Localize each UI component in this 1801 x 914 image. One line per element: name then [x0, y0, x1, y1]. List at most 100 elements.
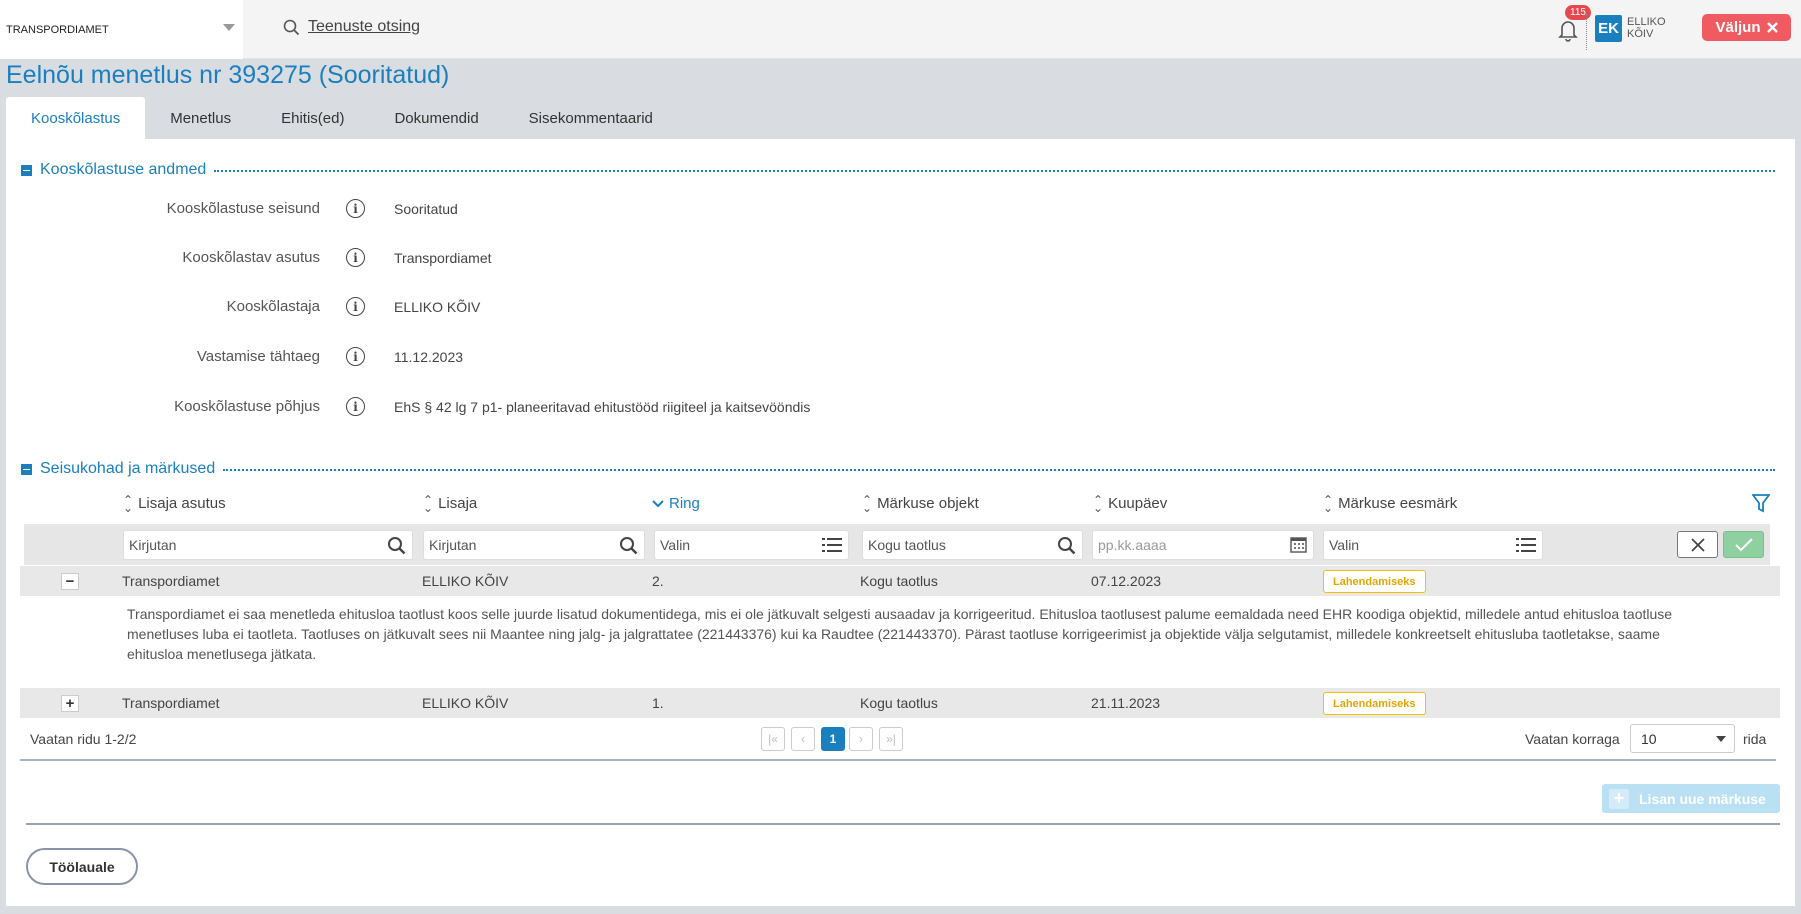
clear-filter-button[interactable] [1677, 531, 1718, 558]
info-icon[interactable]: i [346, 347, 365, 366]
prev-page-button[interactable]: ‹ [791, 727, 815, 751]
divider [1586, 14, 1587, 50]
chevron-down-icon [652, 499, 664, 507]
filter-eesmark-select[interactable]: Valin [1323, 530, 1543, 560]
logout-button[interactable]: Väljun [1702, 14, 1791, 41]
tab-ehitised[interactable]: Ehitis(ed) [256, 97, 369, 139]
tab-dokumendid[interactable]: Dokumendid [369, 97, 503, 139]
column-header-lisaja[interactable]: ⌃ ⌄ Lisaja [423, 492, 478, 515]
service-search-link[interactable]: Teenuste otsing [283, 18, 420, 36]
search-icon [388, 537, 406, 555]
user-last-name: KÕIV [1627, 28, 1654, 40]
sort-icon: ⌃ ⌄ [862, 492, 873, 515]
column-label: Ring [669, 495, 700, 512]
cell-objekt: Kogu taotlus [860, 695, 938, 711]
column-header-ring[interactable]: Ring [652, 495, 700, 512]
column-label: Lisaja [438, 495, 478, 512]
info-icon[interactable]: i [346, 297, 365, 316]
field-label: Vastamise tähtaeg [196, 348, 320, 365]
avatar[interactable]: EK [1595, 15, 1622, 42]
filter-objekt-input[interactable]: Kogu taotlus [862, 530, 1083, 560]
close-icon [1690, 537, 1705, 552]
column-header-kuupaev[interactable]: ⌃ ⌄ Kuupäev [1093, 494, 1167, 514]
next-page-button[interactable]: › [849, 727, 873, 751]
cell-ring: 1. [652, 695, 664, 711]
filter-value: Valin [660, 537, 691, 553]
field-label: Kooskõlastaja [226, 298, 320, 315]
column-label: Märkuse objekt [877, 495, 979, 512]
filter-asutus-input[interactable]: Kirjutan [123, 530, 413, 560]
field-value: Transpordiamet [394, 250, 492, 266]
row-comment: Transpordiamet ei saa menetleda ehituslo… [127, 606, 1673, 662]
page-button-current[interactable]: 1 [821, 727, 845, 751]
info-icon[interactable]: i [346, 397, 365, 416]
field-value: EhS § 42 lg 7 p1- planeeritavad ehitustö… [394, 399, 811, 415]
info-icon[interactable]: i [346, 248, 365, 267]
column-label: Märkuse eesmärk [1338, 495, 1458, 512]
list-icon [1516, 538, 1536, 552]
table-header: ⌃ ⌄ Lisaja asutus ⌃ ⌄ Lisaja Ring ⌃ ⌄ Märku… [20, 491, 1776, 517]
page-title: Eelnõu menetlus nr 393275 (Sooritatud) [6, 61, 450, 89]
section-title: Seisukohad ja märkused [40, 460, 216, 477]
column-header-markuse-objekt[interactable]: ⌃ ⌄ Märkuse objekt [862, 492, 979, 515]
apply-filter-button[interactable] [1723, 531, 1764, 558]
tab-menetlus[interactable]: Menetlus [145, 97, 256, 139]
filter-value: Valin [1329, 537, 1360, 553]
column-header-lisaja-asutus[interactable]: ⌃ ⌄ Lisaja asutus [123, 492, 226, 515]
filter-kuupaev-input[interactable]: pp.kk.aaaa [1092, 530, 1314, 560]
cell-ring: 2. [652, 573, 664, 589]
collapse-icon[interactable] [21, 164, 32, 176]
add-remark-button[interactable]: + Lisan uue märkuse [1602, 784, 1780, 813]
per-page-label: Vaatan korraga [1525, 731, 1620, 747]
field-label: Kooskõlastav asutus [182, 249, 320, 266]
user-name: ELLIKO KÕIV [1627, 16, 1666, 40]
section-seisukohad: Seisukohad ja märkused [21, 460, 1775, 478]
cell-asutus: Transpordiamet [122, 695, 220, 711]
status-badge: Lahendamiseks [1323, 692, 1426, 715]
pagination-bar: Vaatan ridu 1-2/2 |« ‹ 1 › »| Vaatan kor… [20, 723, 1776, 761]
column-header-markuse-eesmark[interactable]: ⌃ ⌄ Märkuse eesmärk [1323, 492, 1458, 515]
per-page-suffix: rida [1743, 731, 1767, 747]
sort-icon: ⌃ ⌄ [1323, 492, 1334, 515]
close-icon [1766, 22, 1778, 33]
per-page-value: 10 [1641, 730, 1657, 747]
filter-icon[interactable] [1752, 493, 1770, 513]
filter-placeholder: pp.kk.aaaa [1098, 537, 1167, 553]
list-icon [822, 538, 842, 552]
filter-ring-select[interactable]: Valin [654, 530, 849, 560]
first-page-button[interactable]: |« [761, 727, 785, 751]
tab-sisekommentaarid[interactable]: Sisekommentaarid [504, 97, 678, 139]
back-to-dashboard-button[interactable]: Töölauale [26, 848, 138, 885]
bell-icon[interactable] [1556, 17, 1580, 43]
pagination-info: Vaatan ridu 1-2/2 [30, 731, 137, 747]
filter-value: Kogu taotlus [868, 537, 946, 553]
filter-value: Kirjutan [129, 537, 177, 553]
search-icon [1058, 537, 1076, 555]
field-value: 11.12.2023 [394, 349, 464, 365]
cell-kuupaev: 07.12.2023 [1091, 573, 1162, 589]
divider [214, 170, 1775, 172]
expand-row-button[interactable]: + [61, 695, 79, 712]
filter-lisaja-input[interactable]: Kirjutan [423, 530, 645, 560]
divider [223, 469, 1775, 471]
section-title: Kooskõlastuse andmed [40, 161, 207, 178]
calendar-icon [1290, 537, 1307, 553]
tab-kooskolastus[interactable]: Kooskõlastus [6, 97, 146, 139]
sort-icon: ⌃ ⌄ [423, 492, 434, 515]
chevron-down-icon [223, 24, 235, 31]
organization-select[interactable]: TRANSPORDIAMET [0, 0, 243, 59]
status-badge: Lahendamiseks [1323, 570, 1426, 593]
table-row[interactable]: + Transpordiamet ELLIKO KÕIV 1. Kogu tao… [20, 688, 1780, 718]
table-row[interactable]: − Transpordiamet ELLIKO KÕIV 2. Kogu tao… [20, 566, 1780, 596]
field-seisund: Kooskõlastuse seisund i Sooritatud [0, 198, 1200, 220]
last-page-button[interactable]: »| [879, 727, 903, 751]
collapse-row-button[interactable]: − [61, 573, 79, 590]
cell-lisaja: ELLIKO KÕIV [422, 573, 509, 589]
sort-icon: ⌃ ⌄ [123, 492, 134, 515]
field-label: Kooskõlastuse põhjus [174, 398, 320, 415]
add-remark-label: Lisan uue märkuse [1639, 790, 1766, 807]
column-label: Lisaja asutus [138, 495, 226, 512]
info-icon[interactable]: i [346, 199, 365, 218]
collapse-icon[interactable] [21, 463, 32, 475]
per-page-select[interactable]: 10 [1630, 724, 1735, 753]
